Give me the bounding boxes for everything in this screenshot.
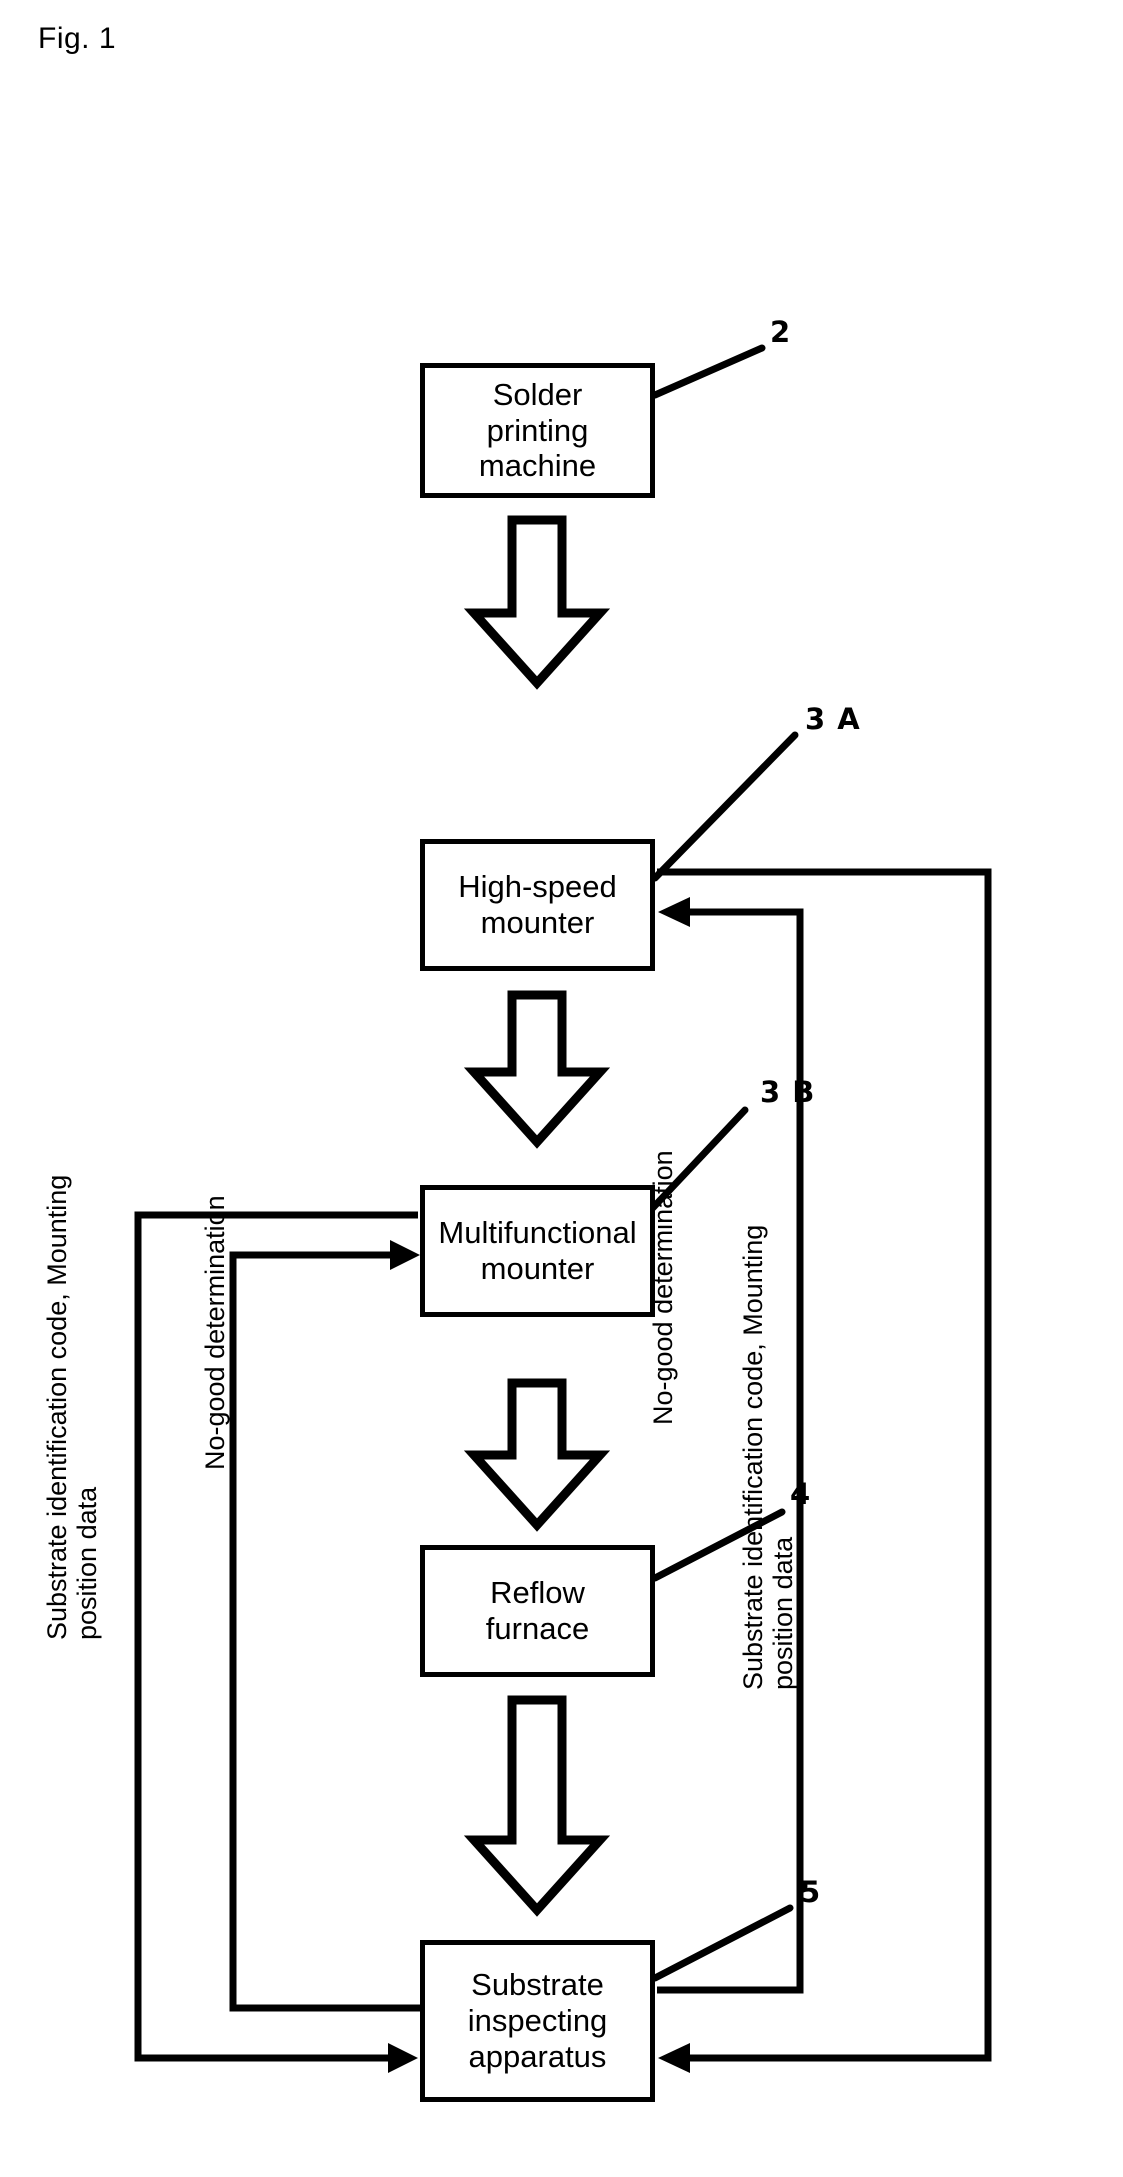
feedback-line-right-substrate-data — [657, 868, 992, 2062]
block-arrow-multifunc-to-reflow — [463, 1378, 611, 1532]
arrowhead-right-substrate-data — [658, 2043, 690, 2073]
loop-label-right-substrate-data: Substrate identification code, Mounting … — [738, 1224, 799, 1690]
arrowhead-right-nogood — [658, 897, 690, 927]
process-box-label: High-speed mounter — [458, 869, 617, 940]
feedback-line-left-substrate-data — [134, 1211, 418, 2062]
block-arrow-reflow-to-inspect — [463, 1695, 611, 1917]
loop-label-right-no-good-determination: No-good determination — [648, 1150, 678, 1425]
process-box-multifunctional-mounter[interactable]: Multifunctional mounter — [420, 1185, 655, 1317]
reference-numeral-5: 5 — [800, 1875, 822, 1909]
process-box-high-speed-mounter[interactable]: High-speed mounter — [420, 839, 655, 971]
loop-label-inner-no-good-determination: No-good determination — [200, 1195, 230, 1470]
arrowhead-left-substrate-data — [388, 2043, 418, 2073]
process-box-solder-printing-machine[interactable]: Solder printing machine — [420, 363, 655, 498]
reference-numeral-3a: 3 A — [805, 702, 861, 736]
process-box-label: Solder printing machine — [478, 376, 597, 484]
feedback-line-inner-nogood — [229, 1251, 424, 2012]
loop-label-left-substrate-data: Substrate identification code, Mounting … — [42, 1174, 103, 1640]
diagram-line-art — [134, 344, 992, 2073]
arrowhead-inner-nogood — [390, 1240, 420, 1270]
process-box-label: Multifunctional mounter — [438, 1215, 637, 1286]
figure-canvas: Fig. 1 Solder printing machine High-spee… — [0, 0, 1123, 2177]
process-box-label: Reflow furnace — [485, 1575, 590, 1646]
process-box-label: Substrate inspecting apparatus — [467, 1967, 608, 2074]
reference-numeral-2: 2 — [770, 315, 792, 349]
block-arrow-solder-to-highspeed — [463, 515, 611, 690]
block-arrow-highspeed-to-multifunc — [463, 990, 611, 1149]
process-box-reflow-furnace[interactable]: Reflow furnace — [420, 1545, 655, 1677]
leader-line-5 — [651, 1904, 794, 1982]
leader-line-2 — [651, 344, 766, 399]
process-box-substrate-inspecting-apparatus[interactable]: Substrate inspecting apparatus — [420, 1940, 655, 2102]
